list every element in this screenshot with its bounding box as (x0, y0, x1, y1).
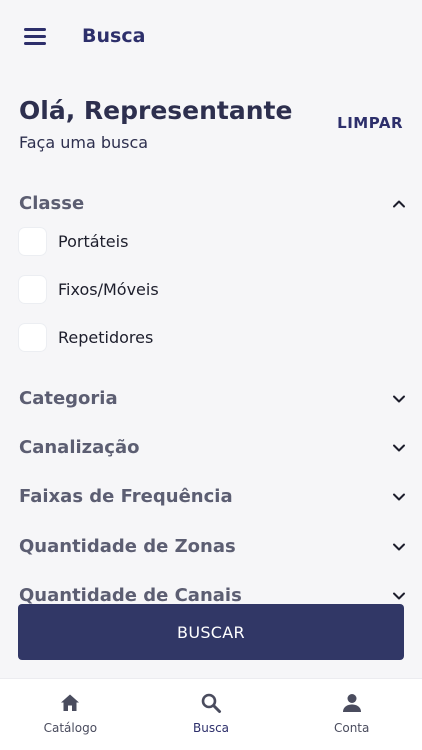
filter-section-canais[interactable]: Quantidade de Canais (19, 580, 405, 605)
filter-section-label: Classe (19, 192, 85, 214)
filter-list: Categoria Canalização Faixas de Frequênc… (0, 360, 422, 604)
filter-section-categoria[interactable]: Categoria (19, 383, 405, 413)
nav-item-catalogo[interactable]: Catálogo (0, 679, 141, 750)
chevron-down-icon (392, 441, 405, 453)
filter-section-label: Faixas de Frequência (19, 485, 233, 507)
filter-section-label: Quantidade de Zonas (19, 535, 236, 557)
filter-section-label: Canalização (19, 436, 140, 458)
greeting-heading: Olá, Representante (19, 96, 293, 125)
person-icon (340, 691, 364, 715)
clear-button[interactable]: LIMPAR (337, 114, 403, 132)
option-label: Repetidores (58, 327, 154, 347)
search-icon (199, 691, 223, 715)
chevron-up-icon (392, 197, 405, 209)
filter-section-label: Categoria (19, 387, 118, 409)
checkbox[interactable] (19, 275, 46, 303)
option-repetidores[interactable]: Repetidores (19, 323, 153, 351)
app-header: Busca (0, 0, 422, 72)
chevron-down-icon (392, 540, 405, 552)
filter-section-zonas[interactable]: Quantidade de Zonas (19, 531, 405, 561)
nav-item-busca[interactable]: Busca (141, 679, 282, 750)
option-fixos-moveis[interactable]: Fixos/Móveis (19, 275, 159, 303)
nav-label: Catálogo (43, 721, 98, 735)
nav-label: Conta (333, 721, 370, 735)
filter-section-classe[interactable]: Classe (19, 188, 405, 218)
option-label: Portáteis (58, 231, 129, 251)
nav-item-conta[interactable]: Conta (281, 679, 422, 750)
chevron-down-icon (392, 392, 405, 404)
checkbox[interactable] (19, 323, 46, 351)
home-icon (58, 691, 82, 715)
chevron-down-icon (392, 490, 405, 502)
menu-icon[interactable] (24, 28, 48, 46)
nav-label: Busca (192, 721, 230, 735)
bottom-nav: Catálogo Busca Conta (0, 678, 422, 750)
chevron-down-icon (392, 589, 405, 601)
option-label: Fixos/Móveis (58, 279, 159, 299)
filter-section-label: Quantidade de Canais (19, 584, 242, 605)
search-button[interactable]: BUSCAR (18, 604, 404, 660)
filter-section-canalizacao[interactable]: Canalização (19, 432, 405, 462)
checkbox[interactable] (19, 227, 46, 255)
page-title: Busca (82, 25, 146, 47)
option-portateis[interactable]: Portáteis (19, 227, 128, 255)
filter-section-faixas[interactable]: Faixas de Frequência (19, 481, 405, 511)
greeting-subtitle: Faça uma busca (19, 133, 149, 152)
